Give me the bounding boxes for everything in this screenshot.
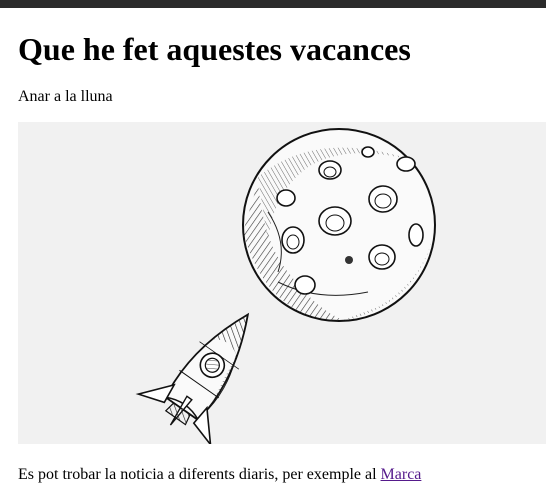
page-title: Que he fet aquestes vacances: [18, 31, 411, 67]
moon-rocket-image: [18, 122, 546, 444]
footer-text: Es pot trobar la noticia a diferents dia…: [18, 466, 381, 483]
rocket-drawing: [135, 312, 250, 444]
footer-paragraph: Es pot trobar la noticia a diferents dia…: [18, 465, 421, 485]
page-viewport: Que he fet aquestes vacances Anar a la l…: [0, 8, 546, 495]
marca-link[interactable]: Marca: [381, 466, 422, 483]
page-subtitle: Anar a la lluna: [18, 88, 113, 105]
moon-drawing: [242, 128, 436, 322]
